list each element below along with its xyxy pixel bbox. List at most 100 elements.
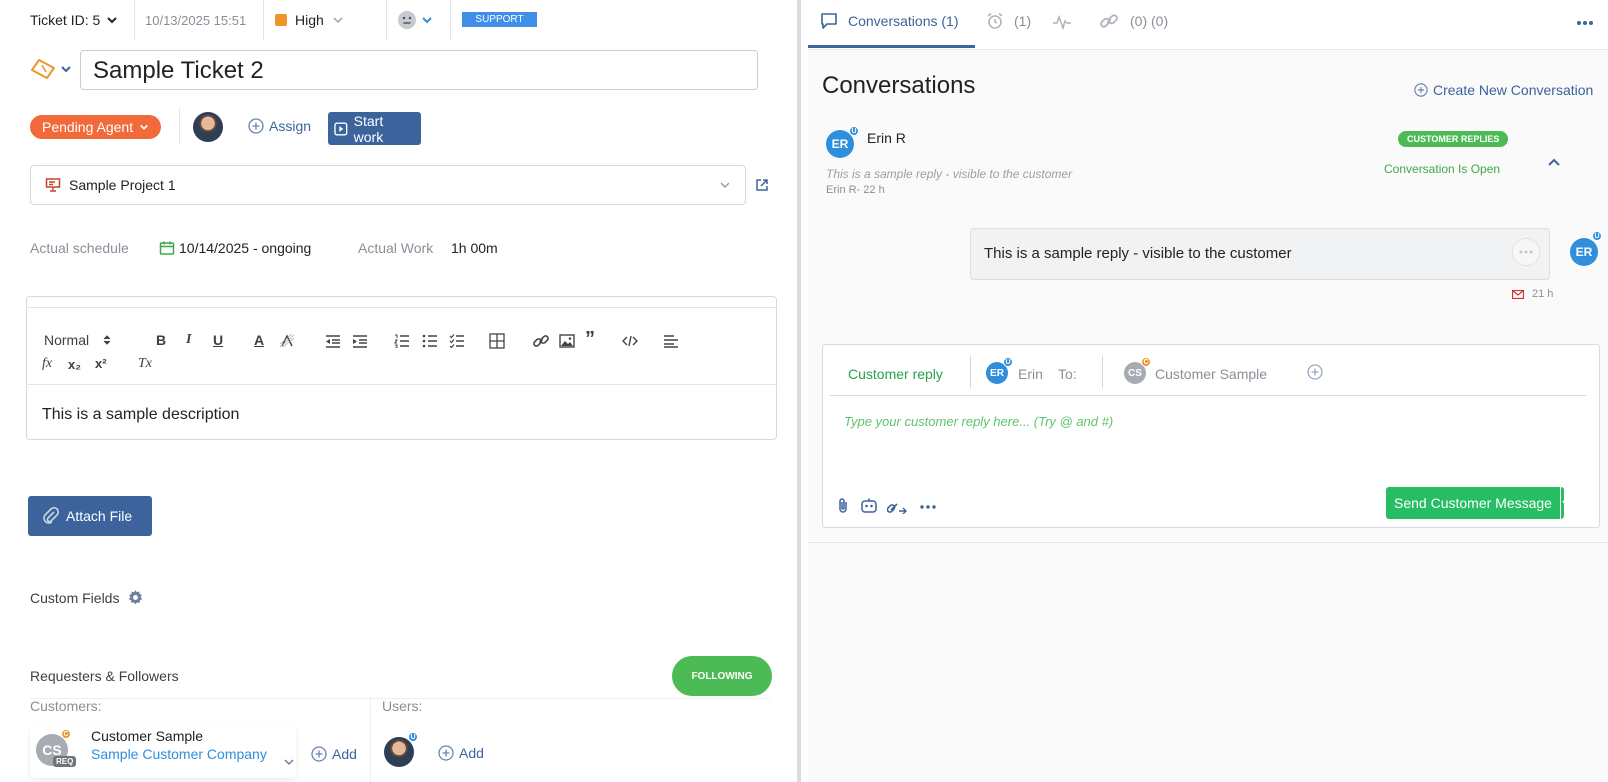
superscript-icon[interactable]: x²	[95, 356, 107, 371]
assignee-avatar[interactable]	[193, 112, 223, 142]
chevron-down-icon[interactable]	[283, 756, 295, 768]
add-label: Add	[332, 746, 357, 762]
message-meta: 21 h	[1512, 288, 1553, 300]
formula-icon[interactable]: fx	[42, 356, 52, 372]
clear-format-icon[interactable]: Tx	[138, 356, 152, 372]
attachment-icon[interactable]	[836, 498, 850, 514]
user-type-badge: U	[1003, 357, 1013, 367]
to-name[interactable]: Customer Sample	[1155, 366, 1267, 382]
customer-type-badge: C	[61, 729, 71, 739]
divider	[830, 395, 1586, 396]
assign-button[interactable]: Assign	[248, 118, 311, 134]
add-customer-button[interactable]: Add	[311, 746, 357, 762]
support-tag[interactable]: SUPPORT	[462, 12, 537, 27]
bullet-list-icon[interactable]	[422, 334, 438, 348]
message-initials: ER	[1575, 245, 1593, 259]
actual-work-value: 1h 00m	[451, 240, 498, 256]
chevron-down-icon	[107, 17, 117, 24]
requesters-title: Requesters & Followers	[30, 668, 179, 684]
user-type-badge: U	[1592, 231, 1602, 241]
attach-file-label: Attach File	[66, 508, 133, 524]
neutral-face-icon	[398, 11, 416, 29]
tab-conversations[interactable]: Conversations (1)	[820, 12, 959, 30]
user-avatar[interactable]	[384, 737, 414, 767]
customer-company[interactable]: Sample Customer Company	[91, 746, 267, 762]
status-label: Pending Agent	[42, 119, 134, 135]
format-select[interactable]: Normal	[44, 332, 111, 348]
text-color-icon[interactable]: A	[254, 332, 264, 348]
attach-file-button[interactable]: Attach File	[28, 496, 152, 536]
add-user-button[interactable]: Add	[438, 745, 484, 761]
add-recipient-icon[interactable]	[1307, 364, 1323, 380]
indent-icon[interactable]	[352, 334, 368, 348]
italic-icon[interactable]: I	[186, 332, 191, 348]
email-icon	[1512, 289, 1524, 299]
divider	[1102, 356, 1103, 388]
requester-badge: REQ	[53, 756, 77, 767]
reply-input[interactable]: Type your customer reply here... (Try @ …	[844, 414, 1113, 429]
paperclip-icon	[43, 507, 60, 524]
bold-icon[interactable]: B	[156, 332, 166, 348]
project-select[interactable]: Sample Project 1	[30, 165, 746, 205]
message-options-button[interactable]	[1512, 238, 1540, 266]
created-timestamp: 10/13/2025 15:51	[145, 13, 247, 28]
plus-circle-icon	[248, 118, 264, 134]
from-name: Erin	[1018, 366, 1043, 382]
table-icon[interactable]	[489, 333, 505, 349]
priority-dropdown[interactable]: High	[275, 12, 344, 28]
checklist-icon[interactable]	[449, 334, 465, 348]
align-icon[interactable]	[663, 334, 679, 348]
customer-reply-tab[interactable]: Customer reply	[848, 366, 943, 382]
ticket-title-input[interactable]: Sample Ticket 2	[80, 50, 758, 90]
create-conversation-button[interactable]: Create New Conversation	[1414, 82, 1593, 98]
more-options-icon	[1519, 250, 1533, 254]
chevron-down-icon	[422, 17, 432, 24]
actual-schedule-value[interactable]: 10/14/2025 - ongoing	[159, 240, 311, 256]
custom-fields-header: Custom Fields	[30, 589, 144, 606]
description-text[interactable]: This is a sample description	[42, 406, 239, 424]
following-button[interactable]: FOLLOWING	[672, 656, 772, 696]
ordered-list-icon[interactable]	[394, 334, 410, 348]
priority-color-icon	[275, 14, 287, 26]
subscript-icon[interactable]: x₂	[68, 357, 81, 372]
message-text: This is a sample reply - visible to the …	[984, 245, 1292, 262]
bot-icon[interactable]	[860, 498, 878, 514]
start-work-button[interactable]: Start work	[328, 112, 421, 145]
quote-icon[interactable]: ”	[585, 328, 595, 351]
gear-icon[interactable]	[127, 589, 144, 606]
more-options-icon[interactable]	[1577, 20, 1593, 26]
share-link-icon[interactable]	[887, 498, 907, 514]
topbar-divider	[450, 0, 451, 40]
schedule-dates: 10/14/2025 - ongoing	[179, 240, 312, 256]
topbar-divider	[263, 0, 264, 40]
tab-reminders[interactable]: (1)	[986, 12, 1031, 30]
conversations-heading: Conversations	[822, 72, 976, 99]
chevron-down-icon	[140, 124, 149, 130]
open-external-icon[interactable]	[755, 178, 769, 192]
tab-links[interactable]: (0) (0)	[1100, 12, 1168, 30]
chevron-up-icon[interactable]	[1547, 157, 1561, 167]
outdent-icon[interactable]	[325, 334, 341, 348]
send-options-toggle[interactable]	[1559, 487, 1573, 519]
send-customer-message-button[interactable]: Send Customer Message	[1386, 487, 1572, 519]
code-icon[interactable]	[622, 335, 638, 347]
chevron-down-icon	[1562, 500, 1572, 507]
priority-label: High	[295, 12, 324, 28]
underline-icon[interactable]: U	[213, 332, 223, 348]
sentiment-dropdown[interactable]	[397, 10, 433, 30]
ticket-type-dropdown[interactable]	[30, 58, 72, 80]
pane-splitter[interactable]	[797, 0, 801, 782]
more-options-icon[interactable]	[920, 505, 936, 509]
status-dropdown[interactable]: Pending Agent	[30, 115, 162, 139]
customer-name: Customer Sample	[91, 728, 204, 744]
image-icon[interactable]	[559, 334, 575, 348]
activity-icon[interactable]	[1052, 13, 1072, 31]
link-icon[interactable]	[533, 333, 549, 349]
divider	[808, 542, 1608, 543]
editor-top-strip	[26, 296, 777, 308]
background-color-icon[interactable]	[280, 334, 294, 348]
ticket-type-icon	[31, 59, 55, 79]
ticket-id-dropdown[interactable]: Ticket ID: 5	[30, 12, 118, 28]
send-label: Send Customer Message	[1394, 495, 1552, 511]
topbar-divider	[134, 0, 135, 40]
